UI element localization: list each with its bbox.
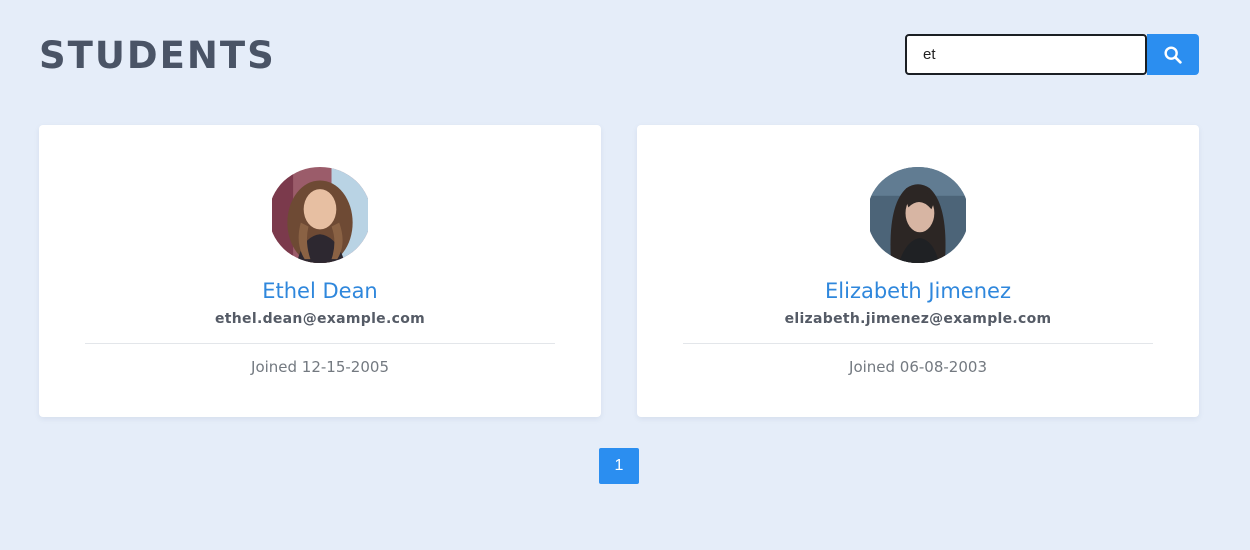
page-button-1[interactable]: 1 [599,448,639,484]
search-icon [1164,45,1182,64]
page-title: STUDENTS [39,34,276,77]
student-card: Ethel Dean ethel.dean@example.com Joined… [39,125,601,417]
student-name[interactable]: Ethel Dean [39,277,601,305]
student-email: ethel.dean@example.com [215,311,425,327]
student-cards: Ethel Dean ethel.dean@example.com Joined… [39,125,1199,417]
avatar [269,167,371,263]
divider [85,343,555,344]
avatar-photo [272,167,368,263]
avatar [867,167,969,263]
search-input[interactable] [905,34,1147,75]
pagination: 1 [599,448,639,484]
avatar-photo [870,167,966,263]
joined-date: Joined 06-08-2003 [849,358,987,376]
student-card: Elizabeth Jimenez elizabeth.jimenez@exam… [637,125,1199,417]
student-name[interactable]: Elizabeth Jimenez [637,277,1199,305]
divider [683,343,1153,344]
search-button[interactable] [1147,34,1199,75]
joined-date: Joined 12-15-2005 [251,358,389,376]
student-email: elizabeth.jimenez@example.com [784,311,1052,327]
search-form [905,34,1199,75]
students-page: STUDENTS E [0,0,1250,550]
